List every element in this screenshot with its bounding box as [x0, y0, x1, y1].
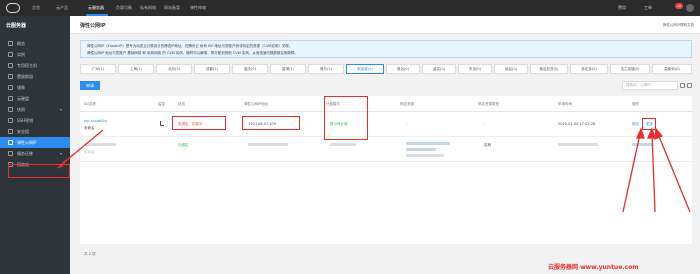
annotation-arrows	[57, 127, 691, 213]
watermark: 云服务器网 www.yuntue.com	[548, 264, 639, 271]
